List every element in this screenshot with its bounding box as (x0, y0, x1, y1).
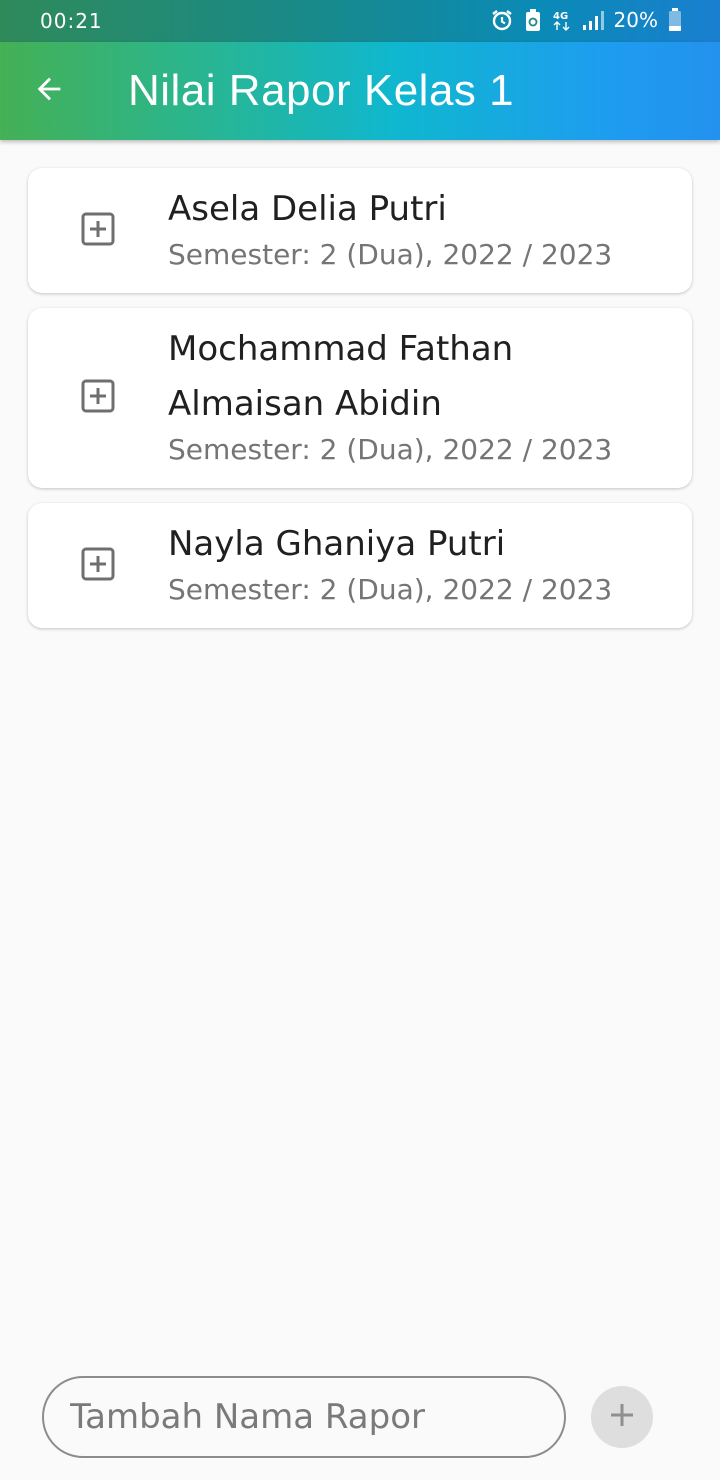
status-time: 00:21 (40, 9, 103, 33)
student-name: Nayla Ghaniya Putri (168, 524, 506, 564)
alarm-icon (490, 8, 514, 32)
back-button[interactable] (22, 64, 76, 118)
status-icons: 4G 20% (490, 8, 682, 32)
battery-saver-icon (524, 8, 542, 32)
add-report-button[interactable] (591, 1386, 653, 1448)
svg-text:4G: 4G (553, 11, 568, 22)
report-name-input[interactable] (42, 1376, 566, 1458)
battery-percent: 20% (613, 8, 658, 32)
add-box-icon[interactable] (28, 211, 168, 247)
network-4g-icon: 4G (552, 8, 572, 32)
arrow-left-icon (32, 72, 66, 110)
battery-icon (668, 8, 682, 32)
semester-info: Semester: 2 (Dua), 2022 / 2023 (168, 433, 613, 466)
semester-info: Semester: 2 (Dua), 2022 / 2023 (168, 573, 613, 606)
report-list: Asela Delia Putri Semester: 2 (Dua), 202… (28, 168, 692, 643)
list-item[interactable]: Mochammad Fathan Almaisan Abidin Semeste… (28, 308, 692, 488)
list-item[interactable]: Nayla Ghaniya Putri Semester: 2 (Dua), 2… (28, 503, 692, 628)
student-name: Asela Delia Putri (168, 189, 447, 229)
add-box-icon[interactable] (28, 378, 168, 414)
bottom-bar (0, 1360, 720, 1480)
list-item[interactable]: Asela Delia Putri Semester: 2 (Dua), 202… (28, 168, 692, 293)
status-bar: 00:21 4G 20% (0, 0, 720, 42)
page-title: Nilai Rapor Kelas 1 (128, 66, 515, 115)
semester-info: Semester: 2 (Dua), 2022 / 2023 (168, 238, 613, 271)
signal-icon (582, 9, 604, 31)
student-name: Mochammad Fathan Almaisan Abidin (168, 329, 514, 424)
plus-icon (607, 1400, 637, 1434)
app-bar: Nilai Rapor Kelas 1 (0, 42, 720, 140)
add-box-icon[interactable] (28, 546, 168, 582)
